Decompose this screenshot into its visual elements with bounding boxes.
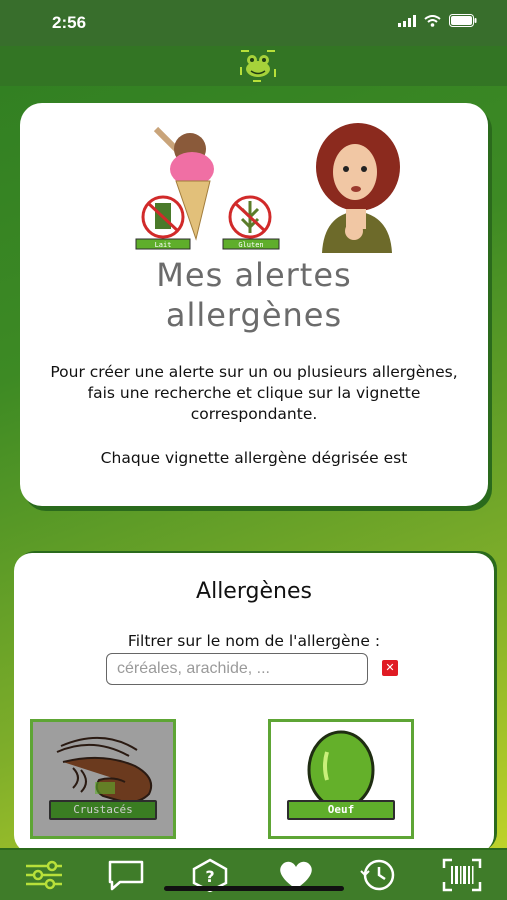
wifi-icon (424, 14, 441, 27)
page-title-line-1: Mes alertes (156, 256, 352, 294)
filter-label: Filtrer sur le nom de l'allergène : (127, 632, 381, 650)
girl-character-icon (316, 123, 400, 253)
status-time: 2:56 (52, 13, 87, 32)
intro-note: Chaque vignette allergène dégrisée est (100, 449, 408, 467)
allergens-title: Allergènes (196, 579, 312, 604)
allergen-tile-oeuf[interactable]: Oeuf (268, 719, 414, 839)
svg-text:?: ? (205, 867, 214, 886)
milk-badge-label: Lait (155, 241, 172, 249)
bottom-tab-bar: ? (0, 848, 507, 900)
page-title-line-2: allergènes (165, 296, 343, 334)
page-title: Mes alertes allergènes (20, 255, 488, 335)
intro-card: Lait Gluten Mes alertes allergènes Pour … (20, 103, 488, 506)
clear-search-button[interactable]: ✕ (382, 660, 398, 676)
gluten-badge-label: Gluten (238, 241, 263, 249)
intro-instructions: Pour créer une alerte sur un ou plusieur… (50, 363, 458, 423)
chat-icon[interactable] (106, 858, 146, 892)
history-clock-icon[interactable] (358, 858, 398, 892)
status-bar: 2:56 (0, 0, 507, 46)
signal-icon (398, 14, 416, 27)
allergen-tile-label: Crustacés (49, 800, 157, 820)
status-icons (398, 14, 477, 27)
sliders-icon[interactable] (24, 858, 64, 892)
allergy-illustration: Lait Gluten (135, 123, 400, 253)
allergens-card: Allergènes Filtrer sur le nom de l'aller… (14, 553, 494, 853)
allergen-tile-label: Oeuf (287, 800, 395, 820)
frog-logo-icon[interactable] (240, 50, 276, 82)
battery-icon (449, 14, 477, 27)
barcode-scan-icon[interactable] (442, 858, 482, 892)
close-icon: ✕ (385, 661, 395, 674)
allergen-search-input[interactable] (106, 653, 368, 685)
home-indicator (164, 886, 344, 891)
allergen-tile-crustaces[interactable]: Crustacés (30, 719, 176, 839)
